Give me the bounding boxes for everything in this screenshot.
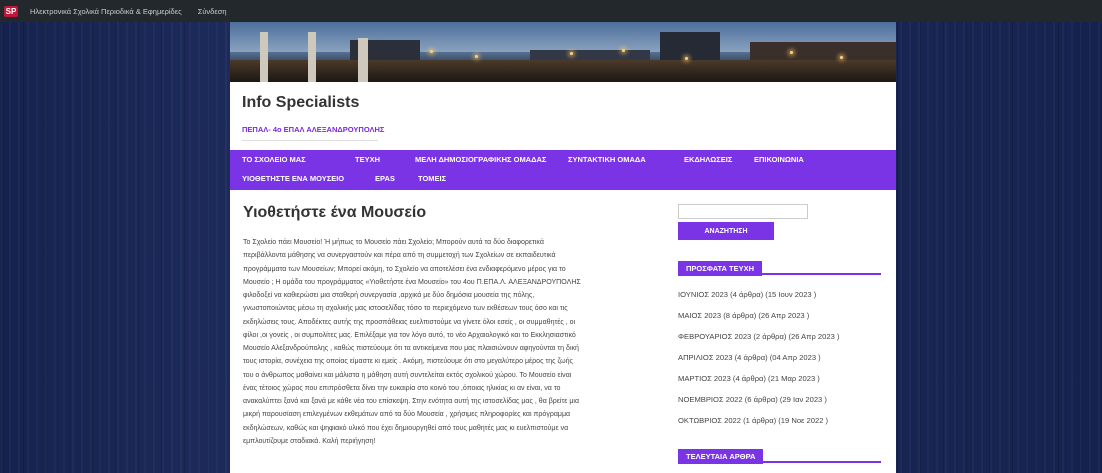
login-link[interactable]: Σύνδεση [190, 7, 235, 16]
issue-link[interactable]: ΟΚΤΩΒΡΙΟΣ 2022 (1 άρθρα) (19 Νοε 2022 ) [678, 410, 888, 431]
nav-item-editorial-team[interactable]: ΣΥΝΤΑΚΤΙΚΗ ΟΜΑΔΑ [568, 155, 646, 164]
post-line: ανακαλύπτει ξανά και ξανά με κάθε νέα το… [243, 398, 580, 405]
nav-item-adopt-museum[interactable]: ΥΙΟΘΕΤΗΣΤΕ ΕΝΑ ΜΟΥΣΕΙΟ [242, 174, 344, 183]
latest-articles-title: ΤΕΛΕΥΤΑΙΑ ΑΡΘΡΑ [678, 449, 764, 464]
recent-issues-title: ΠΡΟΣΦΑΤΑ ΤΕΥΧΗ [678, 261, 763, 276]
main-nav: ΤΟ ΣΧΟΛΕΙΟ ΜΑΣ ΤΕΥΧΗ ΜΕΛΗ ΔΗΜΟΣΙΟΓΡΑΦΙΚΗ… [230, 150, 896, 190]
post-line: του ο άνθρωπος μαθαίνει και μάλιστα η μά… [243, 371, 572, 379]
post-title: Υιοθετήστε ένα Μουσείο [243, 204, 427, 221]
site-title[interactable]: Info Specialists [242, 94, 359, 112]
post-line: μικρή παρουσίαση επιλεγμένων εκθεμάτων α… [243, 411, 571, 419]
post-line: φιλοδοξεί να καθιερώσει μια σταθερή συνε… [243, 292, 535, 299]
site-link[interactable]: Ηλεκτρονικά Σχολικά Περιοδικά & Εφημερίδ… [22, 7, 190, 16]
page-container: Info Specialists ΠΕΠΑΛ- 4ο ΕΠΑΛ ΑΛΕΞΑΝΔΡ… [230, 22, 896, 473]
nav-item-issues[interactable]: ΤΕΥΧΗ [355, 155, 380, 164]
post-line: εκδηλώσεις τους. Αποδέκτες αυτής της προ… [243, 318, 576, 326]
nav-item-events[interactable]: ΕΚΔΗΛΩΣΕΙΣ [684, 155, 732, 164]
header-image [230, 22, 896, 82]
logo-icon: SP [3, 5, 19, 17]
recent-issues-widget-title: ΠΡΟΣΦΑΤΑ ΤΕΥΧΗ [678, 258, 881, 276]
search-input[interactable] [678, 204, 808, 219]
nav-item-school[interactable]: ΤΟ ΣΧΟΛΕΙΟ ΜΑΣ [242, 155, 306, 164]
post-line: Το Σχολείο πάει Μουσείο! Ή μήπως το Μουσ… [243, 239, 544, 246]
post-line: φίλοι ,οι γονείς , οι συμπολίτες μας. Επ… [243, 331, 576, 339]
divider [242, 140, 378, 141]
post-line: τους ιστορία, συνέχεια της οποίας είμαστ… [243, 358, 573, 366]
post-line: Μουσείο Αλεξανδρούπολης , καθώς πιστεύου… [243, 345, 579, 352]
issue-link[interactable]: ΜΑΙΟΣ 2023 (8 άρθρα) (26 Απρ 2023 ) [678, 305, 888, 326]
nav-item-epas[interactable]: EPAS [375, 174, 395, 183]
site-logo[interactable]: SP [0, 0, 22, 22]
latest-articles-widget-title: ΤΕΛΕΥΤΑΙΑ ΑΡΘΡΑ [678, 446, 881, 464]
post-line: προγράμματα των Μουσείων; Μπορεί ακόμη, … [243, 265, 566, 273]
issue-link[interactable]: ΙΟΥΝΙΟΣ 2023 (4 άρθρα) (15 Ιουν 2023 ) [678, 284, 888, 305]
post-line: εκδηλώσεων, καθώς και ψηφιακό υλικό που … [243, 424, 569, 432]
issue-link[interactable]: ΜΑΡΤΙΟΣ 2023 (4 άρθρα) (21 Μαρ 2023 ) [678, 368, 888, 389]
recent-issues-list: ΙΟΥΝΙΟΣ 2023 (4 άρθρα) (15 Ιουν 2023 ) Μ… [678, 284, 888, 431]
issue-link[interactable]: ΑΠΡΙΛΙΟΣ 2023 (4 άρθρα) (04 Απρ 2023 ) [678, 347, 888, 368]
nav-item-journalism-team[interactable]: ΜΕΛΗ ΔΗΜΟΣΙΟΓΡΑΦΙΚΗΣ ΟΜΑΔΑΣ [415, 155, 546, 164]
post-line: ένας τέτοιος χώρος που επιπρόσθετα δίνει… [243, 384, 561, 392]
nav-item-contact[interactable]: ΕΠΙΚΟΙΝΩΝΙΑ [754, 155, 804, 164]
site-description: ΠΕΠΑΛ- 4ο ΕΠΑΛ ΑΛΕΞΑΝΔΡΟΥΠΟΛΗΣ [242, 125, 385, 134]
post-line: γνωστοποιώντας μέσω τη σχολικής μας ιστο… [243, 305, 568, 313]
post-line: Μουσείο ; Η ομάδα του προγράμματος «Υιοθ… [243, 278, 581, 286]
post-line: εμπλουτίζουμε σταδιακά. Καλή περιήγηση! [243, 437, 376, 445]
nav-item-sectors[interactable]: ΤΟΜΕΙΣ [418, 174, 446, 183]
search-button[interactable]: ΑΝΑΖΗΤΗΣΗ [678, 222, 774, 240]
post-body: Το Σχολείο πάει Μουσείο! Ή μήπως το Μουσ… [243, 236, 661, 448]
issue-link[interactable]: ΝΟΕΜΒΡΙΟΣ 2022 (6 άρθρα) (29 Ιαν 2023 ) [678, 389, 888, 410]
admin-bar: SP Ηλεκτρονικά Σχολικά Περιοδικά & Εφημε… [0, 0, 1102, 22]
post-line: περιβάλλοντα μάθησης να συνεργαστούν και… [243, 252, 556, 260]
issue-link[interactable]: ΦΕΒΡΟΥΑΡΙΟΣ 2023 (2 άρθρα) (26 Απρ 2023 … [678, 326, 888, 347]
